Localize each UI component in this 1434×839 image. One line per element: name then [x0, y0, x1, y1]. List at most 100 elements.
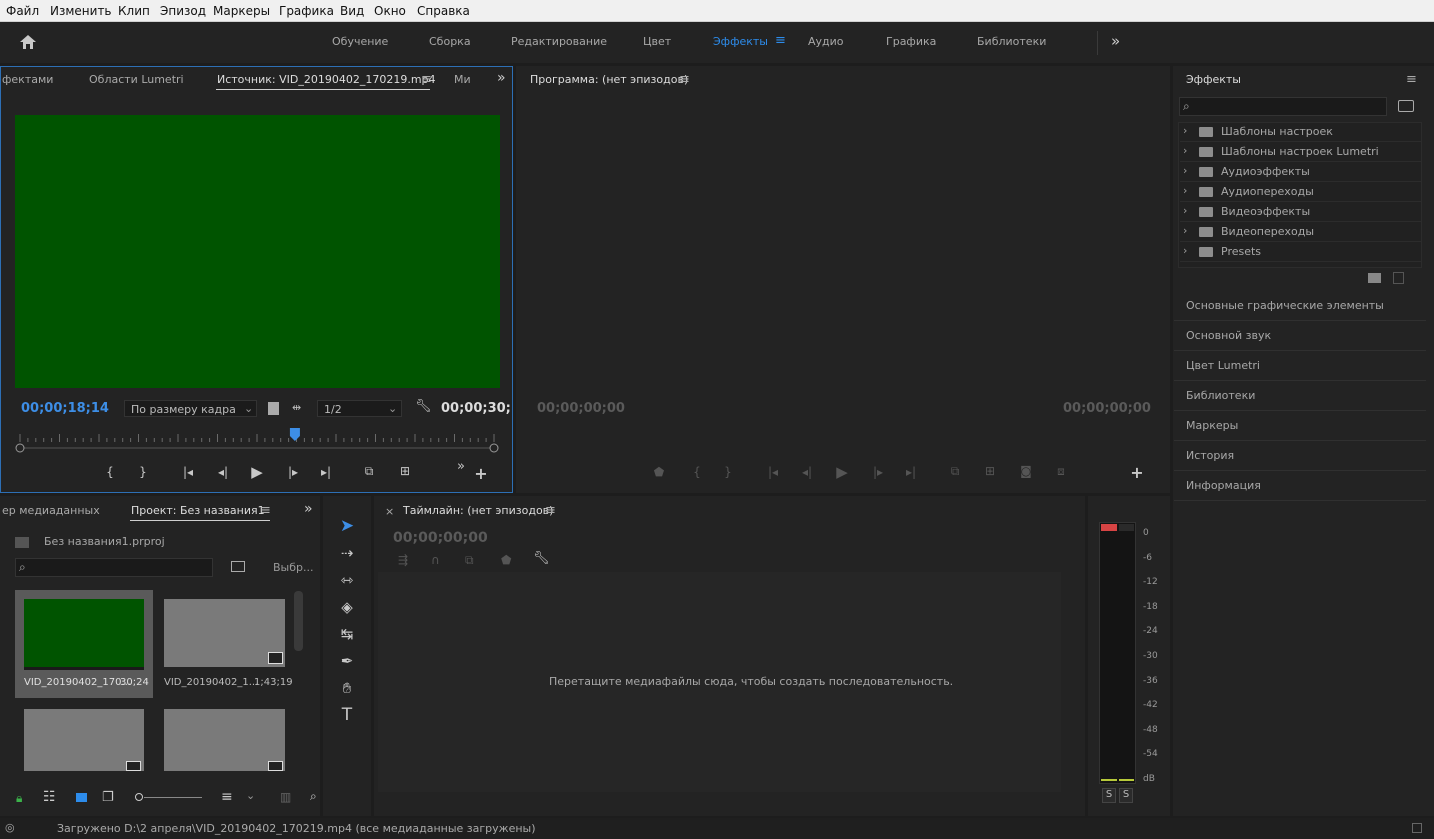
play-button[interactable]: ▶	[248, 463, 266, 481]
tab-lumetri-scopes[interactable]: Области Lumetri	[89, 73, 184, 86]
clip-indicator-left[interactable]	[1101, 524, 1117, 531]
mark-in-button[interactable]: {	[691, 465, 703, 479]
workspace-graphics[interactable]: Графика	[886, 35, 936, 48]
step-forward-button[interactable]: |▸	[284, 465, 302, 479]
overwrite-button[interactable]: ⊞	[394, 464, 416, 478]
clip-preview[interactable]	[164, 599, 285, 667]
fit-dropdown[interactable]: По размеру кадра ⌄	[124, 400, 257, 417]
wrench-icon[interactable]: 🔧︎	[415, 399, 432, 414]
compare-icon[interactable]: ⧈	[1050, 464, 1072, 479]
menu-view[interactable]: Вид	[340, 4, 364, 18]
menu-file[interactable]: Файл	[6, 4, 39, 18]
home-icon[interactable]	[19, 34, 37, 50]
linked-selection-icon[interactable]: ⧉	[465, 553, 474, 568]
more-workspaces-icon[interactable]: »	[1111, 32, 1120, 50]
menu-help[interactable]: Справка	[417, 4, 470, 18]
slip-tool-icon[interactable]: ↹	[334, 622, 360, 646]
step-back-button[interactable]: ◂|	[214, 465, 232, 479]
add-marker-icon[interactable]: ⬟	[652, 465, 666, 479]
tab-source-menu-icon[interactable]: ≡	[421, 72, 432, 87]
wrench-icon[interactable]: 🔧︎	[533, 551, 550, 566]
workspace-audio[interactable]: Аудио	[808, 35, 844, 48]
menu-clip[interactable]: Клип	[118, 4, 150, 18]
effects-item-audio-transitions[interactable]: › Аудиопереходы	[1180, 182, 1422, 202]
timeline-title[interactable]: Таймлайн: (нет эпизодов)	[403, 504, 553, 517]
selection-tool-icon[interactable]: ➤	[334, 514, 360, 538]
effects-title[interactable]: Эффекты	[1186, 73, 1241, 86]
effects-menu-icon[interactable]: ≡	[1406, 72, 1417, 87]
export-frame-icon[interactable]	[268, 402, 279, 415]
mark-out-button[interactable]: }	[137, 465, 149, 479]
pen-tool-icon[interactable]: ✒	[334, 649, 360, 673]
menu-edit[interactable]: Изменить	[50, 4, 112, 18]
type-tool-icon[interactable]: T	[334, 703, 360, 727]
status-panel-icon[interactable]	[1412, 823, 1422, 833]
track-select-tool-icon[interactable]: ⇢	[334, 541, 360, 565]
step-back-button[interactable]: ◂|	[798, 465, 816, 479]
icon-view-icon[interactable]	[76, 793, 87, 802]
ripple-edit-tool-icon[interactable]: ⇿	[334, 568, 360, 592]
tab-effect-controls[interactable]: фектами	[2, 73, 53, 86]
workspace-menu-icon[interactable]: ≡	[775, 33, 786, 48]
hand-tool-icon[interactable]: ✋︎	[334, 676, 360, 700]
panel-history[interactable]: История	[1174, 441, 1426, 471]
insert-overwrite-icon[interactable]: ⇹	[292, 401, 301, 414]
source-timecode-in[interactable]: 00;00;18;14	[21, 401, 109, 416]
panel-essential-graphics[interactable]: Основные графические элементы	[1174, 291, 1426, 321]
go-to-out-button[interactable]: ▸|	[316, 465, 336, 479]
clip-indicator-right[interactable]	[1119, 524, 1134, 531]
workspace-assembly[interactable]: Сборка	[429, 35, 471, 48]
lock-icon[interactable]: 🔒︎	[16, 791, 22, 806]
sort-icon[interactable]: ≡	[221, 789, 233, 805]
tab-project[interactable]: Проект: Без названия1	[131, 504, 265, 517]
go-to-in-button[interactable]: |◂	[763, 465, 783, 479]
menu-sequence[interactable]: Эпизод	[160, 4, 206, 18]
panel-lumetri-color[interactable]: Цвет Lumetri	[1174, 351, 1426, 381]
new-bin-filter-icon[interactable]	[1398, 100, 1414, 112]
add-marker-icon[interactable]: ⬟	[501, 553, 511, 567]
effects-item-video-transitions[interactable]: › Видеопереходы	[1180, 222, 1422, 242]
workspace-libraries[interactable]: Библиотеки	[977, 35, 1046, 48]
workspace-color[interactable]: Цвет	[643, 35, 671, 48]
razor-tool-icon[interactable]: ◈	[334, 595, 360, 619]
go-to-in-button[interactable]: |◂	[178, 465, 198, 479]
panel-overflow-icon[interactable]: »	[497, 70, 506, 86]
workspace-learning[interactable]: Обучение	[332, 35, 388, 48]
menu-markers[interactable]: Маркеры	[213, 4, 270, 18]
menu-window[interactable]: Окно	[374, 4, 406, 18]
tab-media-browser[interactable]: ер медиаданных	[2, 504, 100, 517]
automate-icon[interactable]: ▥	[280, 790, 291, 804]
add-button-icon[interactable]: +	[473, 464, 489, 483]
play-button[interactable]: ▶	[833, 463, 851, 481]
mark-in-button[interactable]: {	[104, 465, 116, 479]
chevron-down-icon[interactable]: ⌄	[246, 789, 255, 802]
add-button-icon[interactable]: +	[1129, 463, 1145, 482]
clip-preview[interactable]	[164, 709, 285, 771]
effects-item-user-presets[interactable]: › Presets	[1180, 242, 1422, 262]
mark-out-button[interactable]: }	[722, 465, 734, 479]
nest-icon[interactable]: ⇶	[398, 553, 408, 567]
trash-icon[interactable]	[1393, 272, 1404, 284]
effects-item-presets[interactable]: › Шаблоны настроек	[1180, 122, 1422, 142]
more-controls-icon[interactable]: »	[454, 459, 468, 474]
project-search-input[interactable]: ⌕	[15, 558, 213, 577]
camera-icon[interactable]: ◙	[1016, 464, 1036, 478]
panel-overflow-icon[interactable]: »	[304, 501, 313, 517]
lift-button[interactable]: ⧉	[944, 464, 966, 479]
project-menu-icon[interactable]: ≡	[260, 503, 271, 518]
timeline-menu-icon[interactable]: ≡	[545, 503, 556, 518]
step-forward-button[interactable]: |▸	[869, 465, 887, 479]
playhead[interactable]	[289, 428, 300, 441]
source-time-ruler[interactable]	[14, 428, 500, 454]
solo-right-button[interactable]: S	[1119, 788, 1133, 803]
panel-essential-sound[interactable]: Основной звук	[1174, 321, 1426, 351]
extract-button[interactable]: ⊞	[979, 464, 1001, 478]
insert-button[interactable]: ⧉	[358, 464, 380, 479]
freeform-view-icon[interactable]: ❐	[102, 790, 114, 805]
program-menu-icon[interactable]: ≡	[679, 72, 690, 87]
select-label[interactable]: Выбр...	[273, 561, 314, 574]
zoom-slider[interactable]	[144, 797, 202, 798]
panel-info[interactable]: Информация	[1174, 471, 1426, 501]
tab-source[interactable]: Источник: VID_20190402_170219.mp4	[217, 73, 436, 86]
effects-search-input[interactable]: ⌕	[1179, 97, 1387, 116]
